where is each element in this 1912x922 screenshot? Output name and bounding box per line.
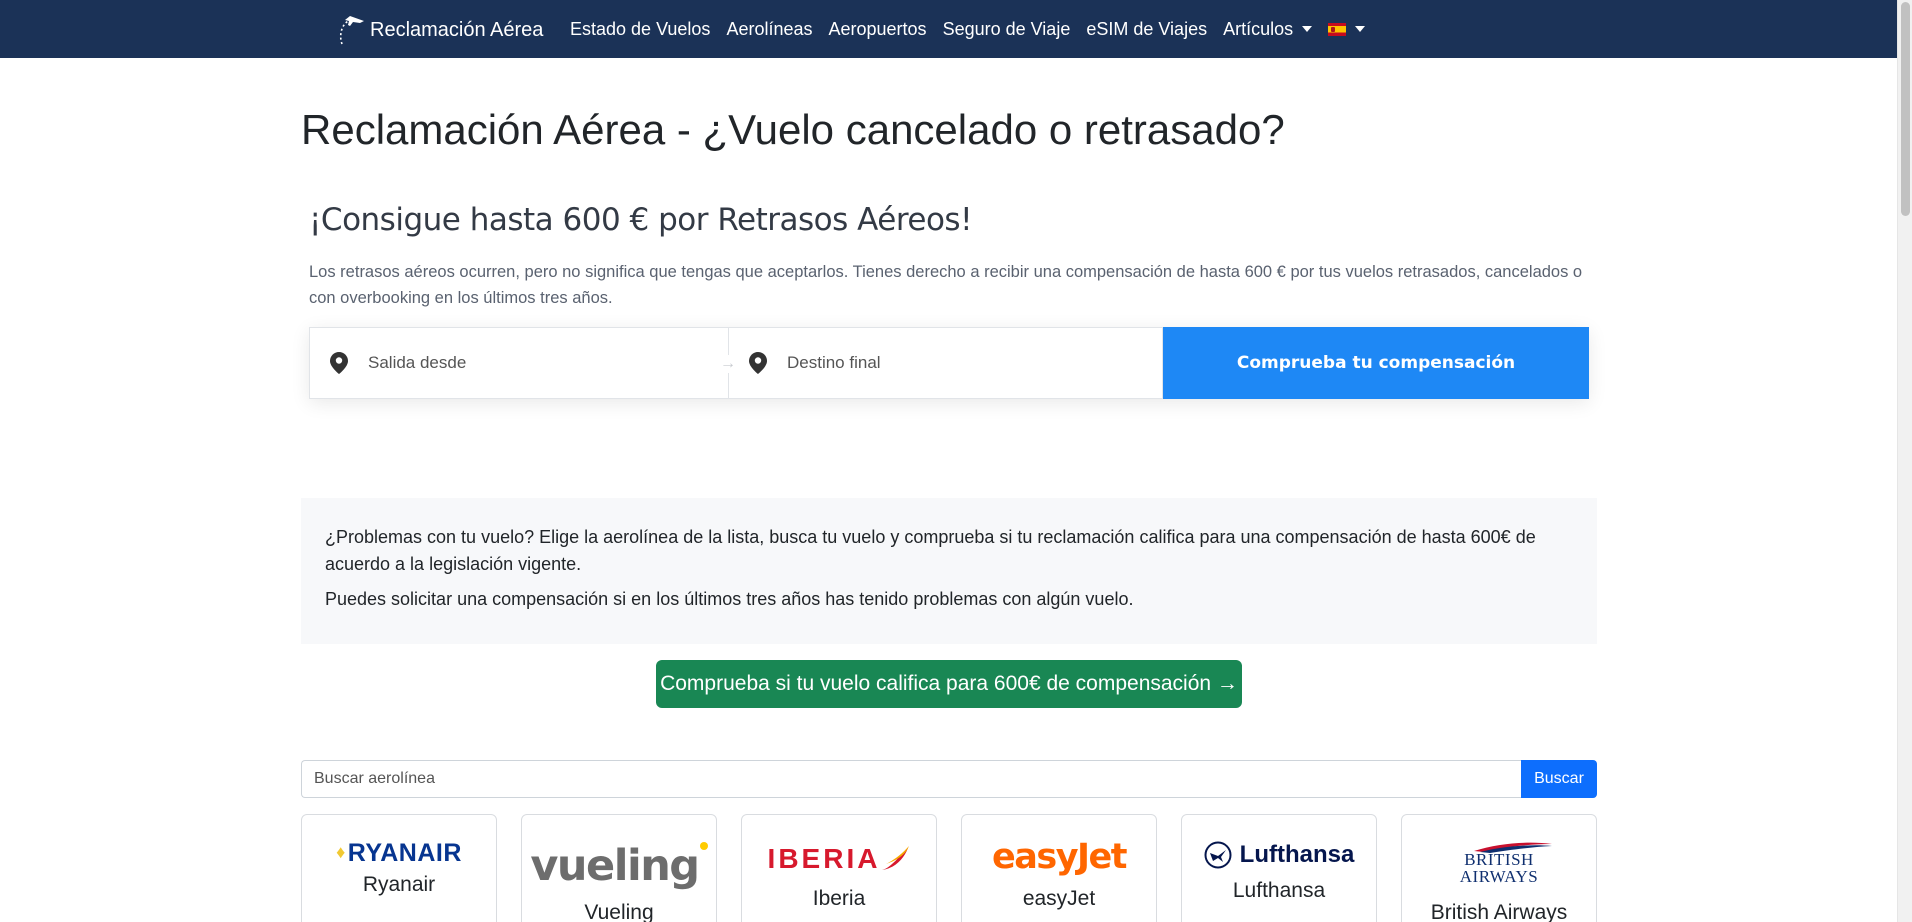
airline-card-ryanair[interactable]: ♦RYANAIR Ryanair <box>301 814 497 922</box>
info-paragraph-2: Puedes solicitar una compensación si en … <box>325 589 1134 609</box>
nav-item-flight-status[interactable]: Estado de Vuelos <box>570 19 710 40</box>
easyjet-logo: easyJet <box>992 837 1128 877</box>
vueling-logo: vueling <box>522 841 716 891</box>
top-navbar: Reclamación Aérea Estado de Vuelos Aerol… <box>0 0 1897 58</box>
airline-search-bar: Buscar <box>301 760 1597 798</box>
arrow-right-icon: → <box>720 355 736 373</box>
crane-icon <box>1204 841 1232 869</box>
nav-item-airports[interactable]: Aeropuertos <box>829 19 927 40</box>
iberia-swoosh-icon <box>882 846 910 870</box>
airline-card-iberia[interactable]: IBERIA Iberia <box>741 814 937 922</box>
language-dropdown[interactable] <box>1328 22 1365 36</box>
destination-field <box>729 327 1163 399</box>
page-scrollbar[interactable] <box>1897 0 1912 922</box>
airline-search-input[interactable] <box>301 760 1521 798</box>
airline-name: easyJet <box>1022 887 1096 910</box>
iberia-logo: IBERIA <box>742 843 936 875</box>
brand-link[interactable]: Reclamación Aérea <box>336 14 543 46</box>
airline-name: Iberia <box>812 887 866 910</box>
location-pin-icon <box>330 352 348 374</box>
destination-input[interactable] <box>787 353 1087 373</box>
airline-name: Vueling <box>584 901 654 922</box>
brand-name: Reclamación Aérea <box>370 18 544 41</box>
check-compensation-button[interactable]: Comprueba tu compensación <box>1163 327 1589 399</box>
lufthansa-logo: Lufthansa <box>1182 841 1376 869</box>
nav-item-airlines[interactable]: Aerolíneas <box>726 19 812 40</box>
airline-name: Lufthansa <box>1232 879 1326 902</box>
hero-title: ¡Consigue hasta 600 € por Retrasos Aéreo… <box>309 202 973 238</box>
compensation-search-widget: → Comprueba tu compensación <box>309 327 1589 399</box>
hero-description: Los retrasos aéreos ocurren, pero no sig… <box>309 263 1583 307</box>
info-box: ¿Problemas con tu vuelo? Elige la aerolí… <box>301 498 1597 644</box>
airline-search-button[interactable]: Buscar <box>1521 760 1597 798</box>
plane-logo-icon <box>339 16 364 45</box>
dot-icon <box>699 842 708 850</box>
airline-name: Ryanair <box>362 873 436 896</box>
nav-item-esim[interactable]: eSIM de Viajes <box>1086 19 1207 40</box>
airline-card-easyjet[interactable]: easyJet easyJet <box>961 814 1157 922</box>
departure-field: → <box>309 327 736 399</box>
nav-item-travel-insurance[interactable]: Seguro de Viaje <box>943 19 1071 40</box>
info-paragraph-1: ¿Problemas con tu vuelo? Elige la aerolí… <box>325 527 1536 574</box>
departure-input[interactable] <box>368 353 668 373</box>
airline-cards: ♦RYANAIR Ryanair vueling Vueling IBERIA … <box>301 814 1597 922</box>
location-pin-icon <box>749 352 767 374</box>
scrollbar-thumb[interactable] <box>1901 2 1910 216</box>
harp-icon: ♦ <box>336 842 346 862</box>
check-eligibility-button[interactable]: Comprueba si tu vuelo califica para 600€… <box>656 660 1242 708</box>
spain-flag-icon <box>1328 22 1347 36</box>
ryanair-logo: ♦RYANAIR <box>336 839 462 867</box>
nav-menu: Estado de Vuelos Aerolíneas Aeropuertos … <box>570 0 1365 58</box>
airline-name: British Airways <box>1430 901 1568 922</box>
airline-card-british-airways[interactable]: BRITISH AIRWAYS British Airways <box>1401 814 1597 922</box>
airline-card-vueling[interactable]: vueling Vueling <box>521 814 717 922</box>
nav-item-articles-dropdown[interactable]: Artículos <box>1223 19 1312 40</box>
british-airways-logo: BRITISH AIRWAYS <box>1402 841 1596 885</box>
airline-card-lufthansa[interactable]: Lufthansa Lufthansa <box>1181 814 1377 922</box>
page-title: Reclamación Aérea - ¿Vuelo cancelado o r… <box>301 106 1285 153</box>
